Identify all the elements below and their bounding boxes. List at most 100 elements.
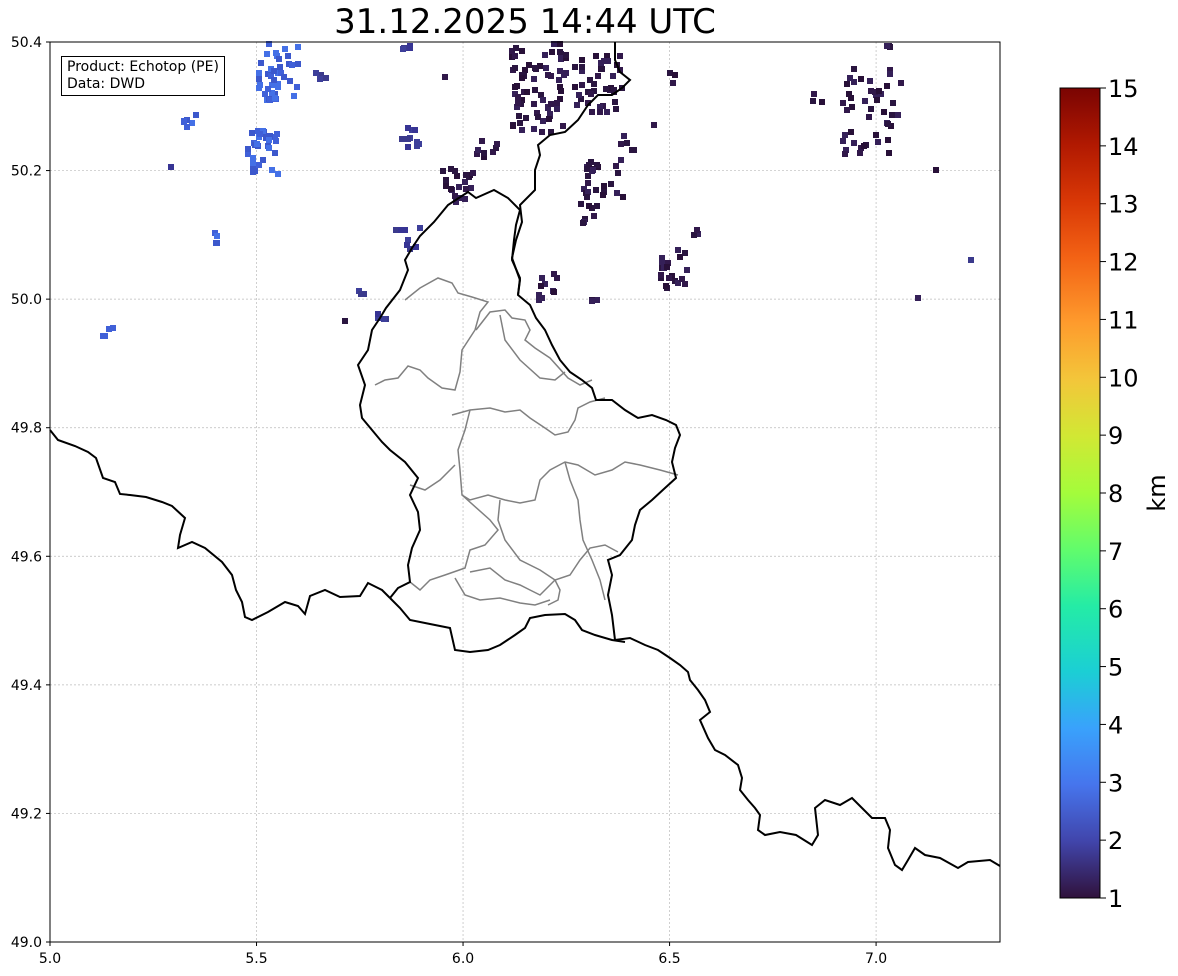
echo-cell (258, 60, 264, 66)
echo-cell (275, 171, 281, 177)
colorbar-label: km (1143, 474, 1171, 511)
echo-cell (595, 73, 601, 79)
echo-cell (618, 157, 624, 163)
echo-cell (440, 168, 446, 174)
echo-cell (110, 325, 116, 331)
echo-cell (604, 109, 610, 115)
echo-cell (479, 138, 485, 144)
echo-cell (600, 192, 606, 198)
lat-tick-label: 49.4 (11, 678, 42, 694)
echo-cell (515, 100, 521, 106)
echo-cell (342, 318, 348, 324)
echo-cell (885, 137, 891, 143)
echo-cell (519, 75, 525, 81)
echo-cell (558, 88, 564, 94)
echo-cell (851, 140, 857, 146)
echo-cell (256, 162, 262, 168)
echo-cell (579, 57, 585, 63)
echo-cell (840, 138, 846, 144)
echo-cell (898, 80, 904, 86)
echo-cell (677, 254, 683, 260)
echo-cell (624, 140, 630, 146)
echo-cell (256, 76, 262, 82)
echo-cell (884, 83, 890, 89)
echo-cell (887, 71, 893, 77)
echo-cell (586, 203, 592, 209)
colorbar-tick-label: 4 (1108, 711, 1123, 739)
echo-cell (536, 297, 542, 303)
echo-cell (588, 91, 594, 97)
echo-cell (516, 113, 522, 119)
echo-cell (532, 65, 538, 71)
echo-cell (513, 45, 519, 51)
echo-cell (615, 170, 621, 176)
echo-cell (277, 64, 283, 70)
echo-cell (294, 84, 300, 90)
echo-cell (282, 46, 288, 52)
echo-cell (557, 49, 563, 55)
colorbar-tick-label: 9 (1108, 422, 1123, 450)
echo-cell (524, 89, 530, 95)
echo-cell (684, 267, 690, 273)
echo-cell (400, 46, 406, 52)
echo-cell (416, 141, 422, 147)
echo-cell (578, 201, 584, 207)
echo-cell (560, 123, 566, 129)
echo-cell (402, 227, 408, 233)
echo-cell (245, 146, 251, 152)
echo-cell (168, 164, 174, 170)
echo-cell (593, 187, 599, 193)
echo-cell (886, 150, 892, 156)
lat-axis: 49.0 49.2 49.4 49.6 49.8 50.0 50.2 50.4 (11, 35, 50, 951)
echo-cell (448, 186, 454, 192)
echo-cell (591, 213, 597, 219)
echo-cell (257, 131, 263, 137)
echo-cell (621, 133, 627, 139)
colorbar-tick-label: 3 (1108, 769, 1123, 797)
echo-cell (933, 167, 939, 173)
echo-cell (313, 70, 319, 76)
echo-cell (617, 53, 623, 59)
echo-cell (287, 78, 293, 84)
echo-cell (276, 56, 282, 62)
echo-cell (663, 283, 669, 289)
echo-cell (844, 81, 850, 87)
echo-cell (531, 76, 537, 82)
echo-cell (613, 163, 619, 169)
echo-cell (404, 242, 410, 248)
echo-cell (861, 143, 867, 149)
echo-cell (532, 87, 538, 93)
colorbar-tick-label: 6 (1108, 596, 1123, 624)
echo-cell (584, 194, 590, 200)
echo-cell (542, 52, 548, 58)
echo-cell (664, 264, 670, 270)
echo-cell (517, 120, 523, 126)
echo-cell (510, 123, 516, 129)
colorbar-tick-label: 11 (1108, 306, 1139, 334)
echo-cell (874, 97, 880, 103)
echo-cell (811, 91, 817, 97)
echo-cell (876, 88, 882, 94)
echo-cell (266, 145, 272, 151)
echo-cell (589, 109, 595, 115)
echo-cell (551, 289, 557, 295)
echo-cell (519, 127, 525, 133)
echo-cell (213, 240, 219, 246)
echo-cell (847, 75, 853, 81)
echo-cell (576, 92, 582, 98)
colorbar-tick-label: 7 (1108, 538, 1123, 566)
colorbar-tick-label: 12 (1108, 249, 1139, 277)
echo-cell (895, 112, 901, 118)
echo-cell (884, 43, 890, 49)
echo-cell (651, 122, 657, 128)
echo-cell (588, 159, 594, 165)
echo-cell (590, 167, 596, 173)
echo-cell (620, 194, 626, 200)
colorbar-tick-label: 13 (1108, 191, 1139, 219)
echo-cell (554, 106, 560, 112)
echo-cell (868, 106, 874, 112)
echo-cell (317, 76, 323, 82)
echo-cell (548, 101, 554, 107)
echo-cell (481, 150, 487, 156)
lon-tick-label: 7.0 (865, 951, 887, 967)
